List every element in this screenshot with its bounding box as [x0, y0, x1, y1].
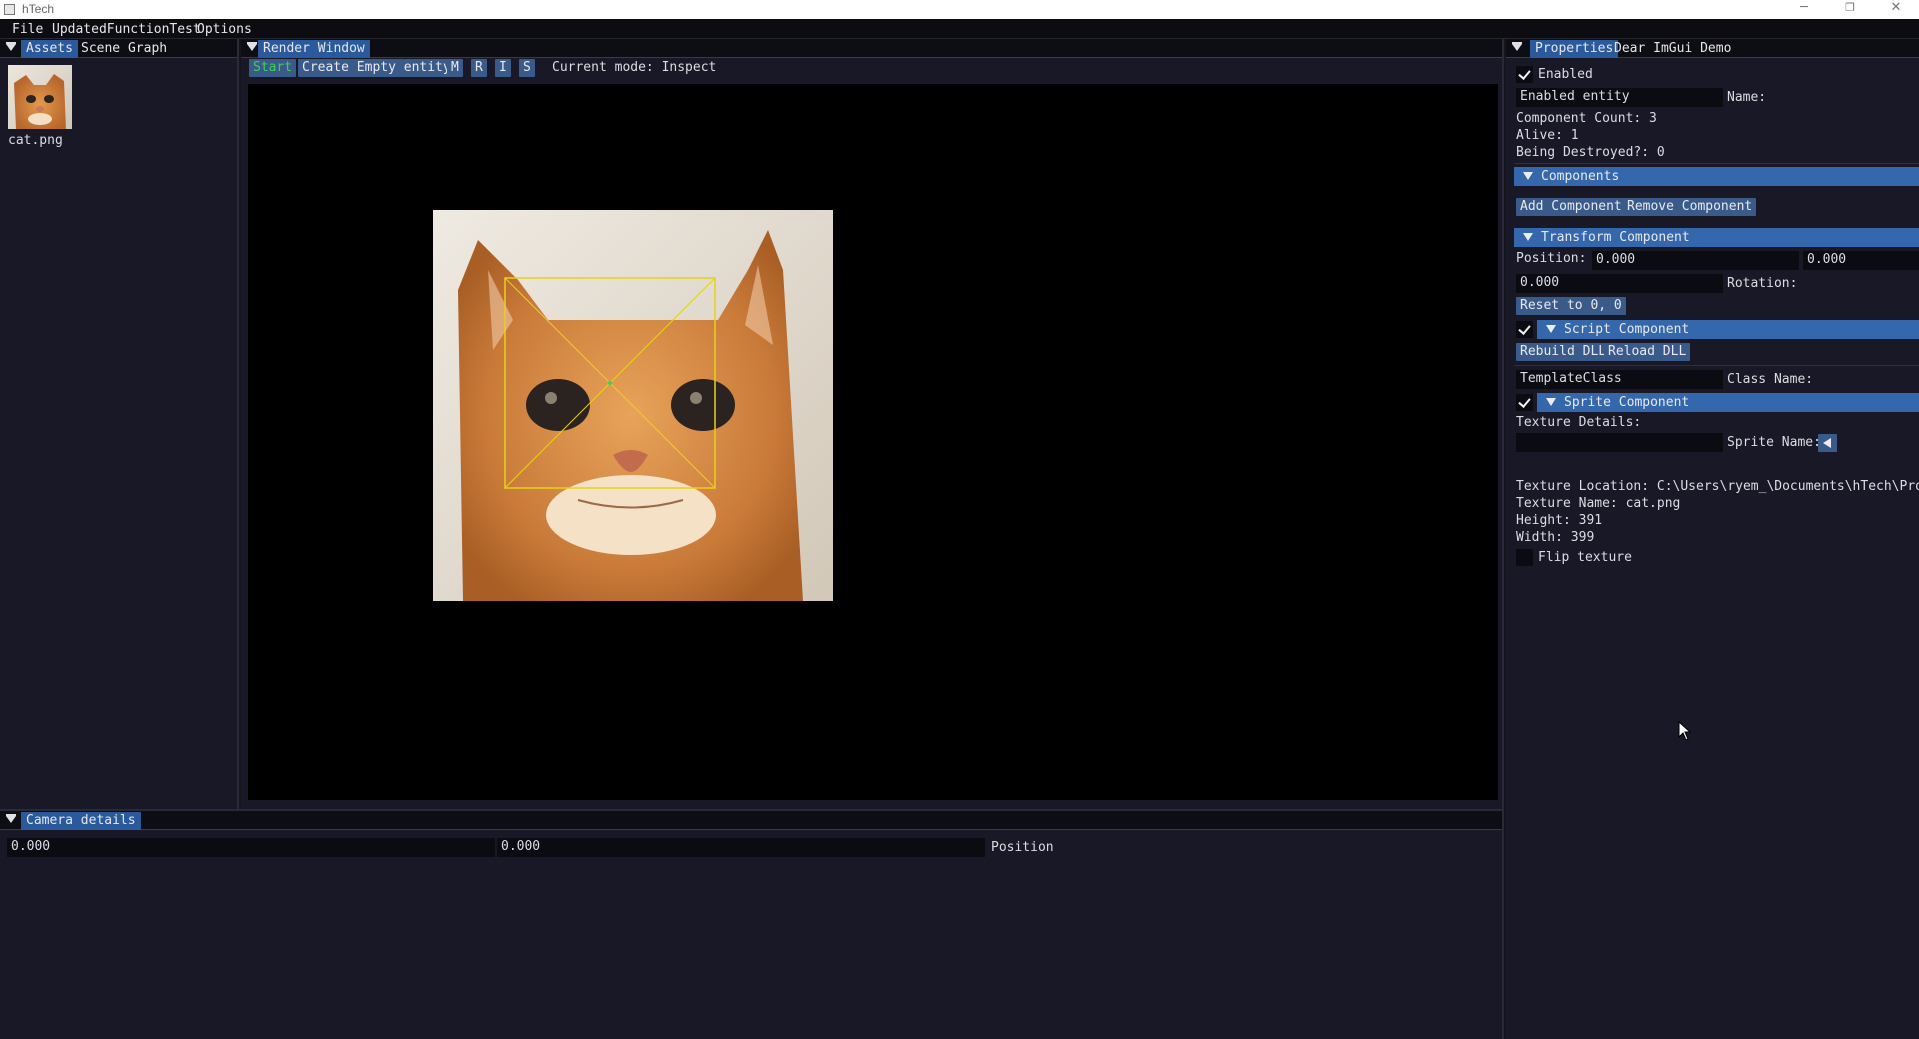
rotation-input[interactable]: 0.000 — [1516, 274, 1723, 293]
flip-texture-checkbox[interactable] — [1516, 549, 1533, 566]
reset-transform-button[interactable]: Reset to 0, 0 — [1516, 297, 1626, 315]
sprite-component-header[interactable]: Sprite Component — [1537, 393, 1919, 412]
separator — [1514, 163, 1919, 164]
transform-header-label: Transform Component — [1541, 230, 1690, 245]
collapse-arrow-icon[interactable] — [247, 42, 257, 51]
rotation-label: Rotation: — [1727, 276, 1798, 291]
collapse-arrow-icon[interactable] — [1512, 42, 1522, 51]
texture-location-text: Texture Location: C:\Users\ryem_\Documen… — [1516, 479, 1919, 494]
script-header-label: Script Component — [1564, 322, 1690, 337]
selection-gizmo[interactable] — [504, 277, 716, 489]
entity-name-input[interactable]: Enabled entity — [1516, 88, 1723, 107]
texture-name-text: Texture Name: cat.png — [1516, 496, 1681, 511]
camera-position-y-input[interactable]: 0.000 — [497, 838, 985, 857]
menu-options[interactable]: Options — [197, 22, 252, 37]
window-title-bar: hTech ─ ❐ ✕ — [0, 0, 1919, 19]
components-header-label: Components — [1541, 169, 1620, 184]
assets-panel-titlebar: Assets Scene Graph — [0, 39, 237, 58]
transform-component-header[interactable]: Transform Component — [1514, 228, 1919, 247]
sprite-header-label: Sprite Component — [1564, 395, 1690, 410]
camera-position-label: Position — [991, 840, 1054, 855]
sprite-name-arrow-button[interactable] — [1818, 434, 1837, 452]
properties-panel: Properties Dear ImGui Demo Enabled Enabl… — [1506, 39, 1919, 1039]
add-component-button[interactable]: Add Component — [1516, 198, 1626, 216]
menu-updated-function-test[interactable]: UpdatedFunctionTest — [52, 22, 201, 37]
mode-move-button[interactable]: M — [447, 59, 463, 77]
close-icon[interactable]: ✕ — [1873, 0, 1919, 19]
tab-properties[interactable]: Properties — [1530, 40, 1619, 58]
chevron-down-icon — [1523, 233, 1533, 241]
components-header[interactable]: Components — [1514, 167, 1919, 186]
sprite-name-label: Sprite Name: — [1727, 435, 1821, 450]
class-name-input[interactable]: TemplateClass — [1516, 370, 1723, 389]
transform-position-y-input[interactable]: 0.000 — [1803, 251, 1919, 270]
render-window-panel: Render Window Start Create Empty entity … — [241, 39, 1504, 809]
app-icon — [4, 4, 15, 15]
camera-details-titlebar: Camera details — [0, 811, 1502, 830]
asset-thumbnail-cat[interactable] — [8, 65, 72, 129]
mode-inspect-button[interactable]: I — [495, 59, 511, 77]
separator — [1514, 365, 1919, 366]
tab-render-window[interactable]: Render Window — [258, 40, 370, 58]
enabled-checkbox[interactable] — [1516, 66, 1533, 83]
texture-details-label: Texture Details: — [1516, 415, 1642, 430]
camera-position-x-input[interactable]: 0.000 — [7, 838, 495, 857]
render-window-titlebar: Render Window — [241, 39, 1502, 58]
properties-titlebar: Properties Dear ImGui Demo — [1506, 39, 1919, 58]
class-name-label: Class Name: — [1727, 372, 1814, 387]
rebuild-dll-button[interactable]: Rebuild DLL — [1516, 343, 1611, 361]
maximize-icon[interactable]: ❐ — [1827, 0, 1873, 19]
script-component-header[interactable]: Script Component — [1537, 320, 1919, 339]
mode-scale-button[interactable]: S — [519, 59, 535, 77]
being-destroyed-text: Being Destroyed?: 0 — [1516, 145, 1665, 160]
texture-height-text: Height: 391 — [1516, 513, 1603, 528]
assets-panel: Assets Scene Graph cat.png — [0, 39, 239, 809]
texture-width-text: Width: 399 — [1516, 530, 1595, 545]
component-count-text: Component Count: 3 — [1516, 111, 1657, 126]
name-label: Name: — [1727, 90, 1767, 105]
transform-position-x-input[interactable]: 0.000 — [1592, 251, 1799, 270]
collapse-arrow-icon[interactable] — [6, 42, 16, 51]
render-viewport[interactable] — [248, 84, 1498, 800]
minimize-icon[interactable]: ─ — [1781, 0, 1827, 19]
asset-item[interactable]: cat.png — [8, 65, 72, 149]
tab-scene-graph[interactable]: Scene Graph — [76, 40, 172, 58]
camera-details-panel: Camera details 0.000 0.000 Position — [0, 809, 1504, 1039]
menu-file[interactable]: File — [12, 22, 43, 37]
script-enabled-checkbox[interactable] — [1516, 321, 1533, 338]
window-title: hTech — [22, 2, 55, 16]
mode-rotate-button[interactable]: R — [471, 59, 487, 77]
flip-texture-label: Flip texture — [1538, 550, 1632, 565]
mouse-cursor-icon — [1678, 721, 1692, 741]
chevron-down-icon — [1546, 325, 1556, 333]
chevron-down-icon — [1523, 172, 1533, 180]
current-mode-label: Current mode: Inspect — [552, 60, 717, 75]
arrow-left-icon — [1823, 438, 1831, 448]
tab-assets[interactable]: Assets — [21, 40, 78, 58]
asset-name: cat.png — [8, 133, 63, 148]
create-empty-entity-button[interactable]: Create Empty entity — [298, 59, 455, 77]
alive-text: Alive: 1 — [1516, 128, 1579, 143]
enabled-label: Enabled — [1538, 67, 1593, 82]
sprite-enabled-checkbox[interactable] — [1516, 394, 1533, 411]
tab-dear-imgui-demo[interactable]: Dear ImGui Demo — [1609, 40, 1736, 58]
position-label: Position: — [1516, 251, 1587, 266]
chevron-down-icon — [1546, 398, 1556, 406]
collapse-arrow-icon[interactable] — [6, 814, 16, 823]
main-menu-bar: File UpdatedFunctionTest Options — [0, 19, 1919, 39]
start-button[interactable]: Start — [249, 59, 297, 77]
sprite-name-input[interactable] — [1516, 433, 1723, 452]
reload-dll-button[interactable]: Reload DLL — [1604, 343, 1691, 361]
tab-camera-details[interactable]: Camera details — [21, 812, 141, 830]
remove-component-button[interactable]: Remove Component — [1623, 198, 1757, 216]
